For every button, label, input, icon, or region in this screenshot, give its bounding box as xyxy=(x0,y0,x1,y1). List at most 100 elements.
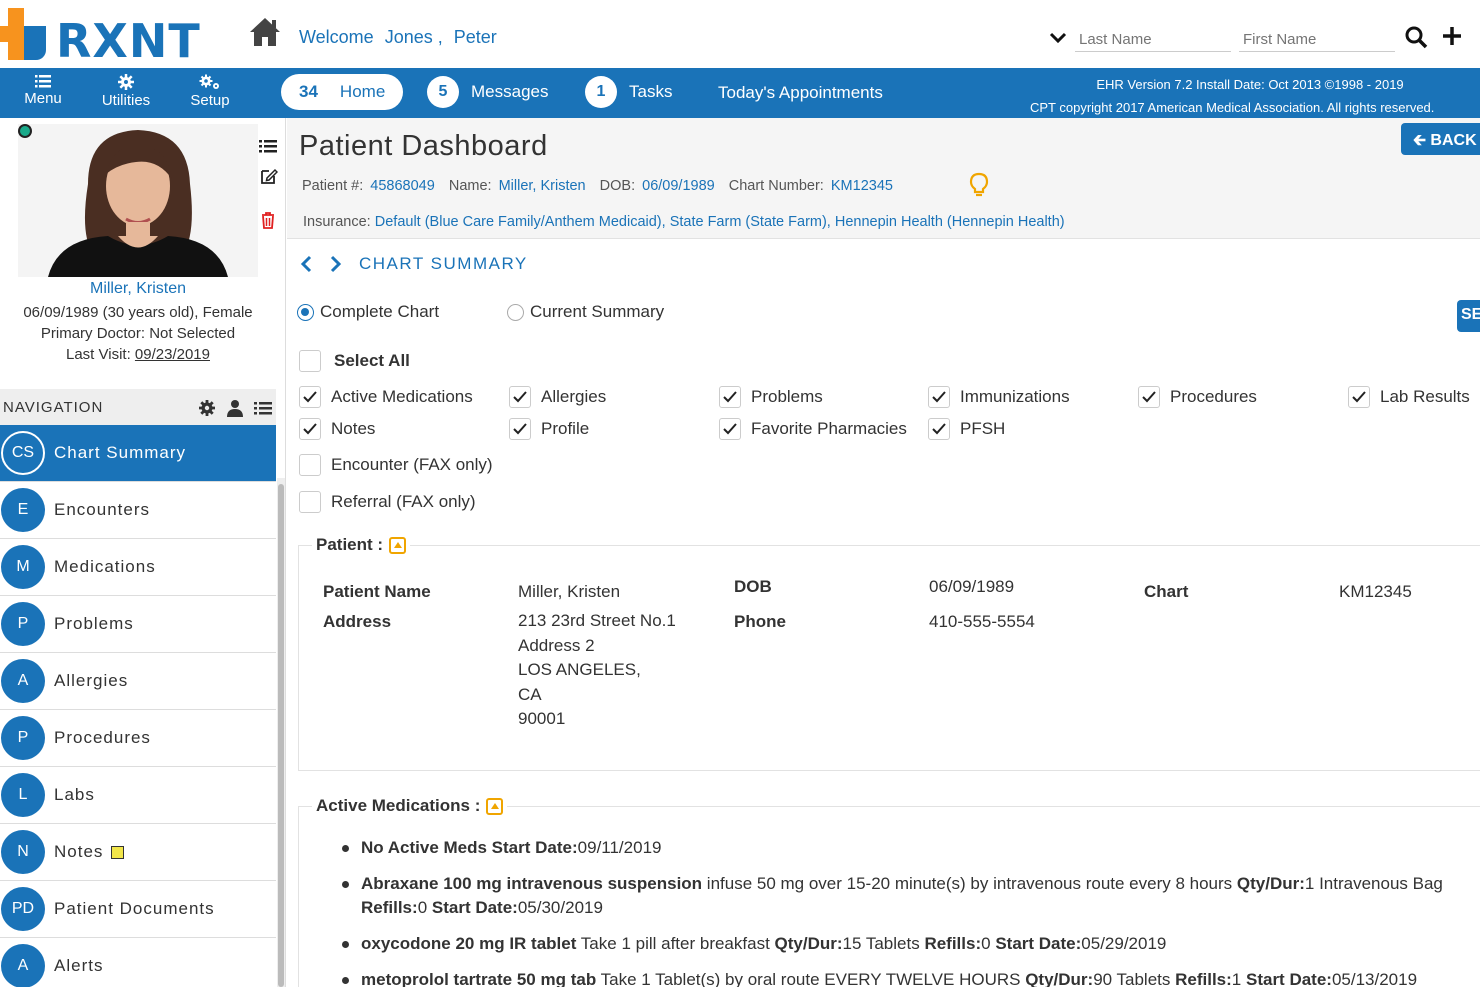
todays-appointments-tab[interactable]: Today's Appointments xyxy=(718,83,883,103)
checkbox-label: Active Medications xyxy=(331,387,473,406)
med-name: oxycodone 20 mg IR tablet xyxy=(361,934,577,953)
chevron-right-icon[interactable] xyxy=(329,255,343,273)
checkbox[interactable] xyxy=(299,491,321,513)
checkbox[interactable] xyxy=(719,386,741,408)
sidebar-scrollbar-thumb[interactable] xyxy=(278,484,284,987)
radio-button[interactable] xyxy=(297,303,314,321)
search-icon[interactable] xyxy=(1404,25,1428,49)
last-visit-date-link[interactable]: 09/23/2019 xyxy=(135,346,210,363)
section-title-text: Active Medications : xyxy=(316,796,481,815)
send-button[interactable]: SEND xyxy=(1457,300,1480,332)
chevron-down-icon[interactable] xyxy=(1048,28,1068,48)
med-name: No Active Meds Start Date: xyxy=(361,838,578,857)
patient-name-value: Miller, Kristen xyxy=(518,582,621,601)
nav-item-problems[interactable]: P Problems xyxy=(0,596,276,653)
setup-label: Setup xyxy=(190,92,230,109)
checkbox-pfsh[interactable]: PFSH xyxy=(928,418,1005,440)
radio-current-summary[interactable]: Current Summary xyxy=(507,302,664,322)
address-line: CA xyxy=(518,684,542,704)
dob-label: DOB: xyxy=(599,178,636,194)
rxnt-logo[interactable]: RXNT xyxy=(0,8,200,68)
collapse-toggle-icon[interactable] xyxy=(486,797,504,815)
setup-button[interactable]: Setup xyxy=(188,72,232,109)
collapse-toggle-icon[interactable] xyxy=(389,536,407,554)
checkbox[interactable] xyxy=(1138,386,1160,408)
gear-icon xyxy=(118,74,134,90)
checkbox[interactable] xyxy=(509,418,531,440)
gears-icon xyxy=(199,74,219,89)
last-visit-label: Last Visit: xyxy=(65,346,131,363)
gear-icon[interactable] xyxy=(198,399,216,417)
nav-item-notes[interactable]: N Notes xyxy=(0,824,276,881)
add-patient-icon[interactable] xyxy=(1440,24,1464,48)
messages-tab[interactable]: 5 Messages xyxy=(427,74,548,110)
address-line: 213 23rd Street No.1 xyxy=(518,611,676,630)
user-icon[interactable] xyxy=(226,399,244,417)
back-button[interactable]: 🡰 BACK xyxy=(1401,123,1480,155)
checkbox[interactable] xyxy=(299,454,321,476)
checkbox-procedures[interactable]: Procedures xyxy=(1138,386,1257,408)
page-title: Patient Dashboard xyxy=(299,130,548,162)
phone-label: Phone xyxy=(734,612,786,631)
insurance-line: Insurance: Default (Blue Care Family/Ant… xyxy=(303,214,1065,230)
checkbox-favorite-pharmacies[interactable]: Favorite Pharmacies xyxy=(719,418,907,440)
nav-item-badge: A xyxy=(1,944,45,987)
list-icon[interactable] xyxy=(254,399,272,417)
nav-item-encounters[interactable]: E Encounters xyxy=(0,482,276,539)
menu-button[interactable]: Menu xyxy=(22,72,64,107)
checkbox-allergies[interactable]: Allergies xyxy=(509,386,606,408)
nav-item-label: Chart Summary xyxy=(54,443,187,462)
radio-complete-chart[interactable]: Complete Chart xyxy=(297,302,439,322)
patient-name-link[interactable]: Miller, Kristen xyxy=(0,280,276,298)
med-refills: 1 xyxy=(1231,970,1246,987)
radio-label: Current Summary xyxy=(530,302,665,321)
checkbox[interactable] xyxy=(509,386,531,408)
home-tab[interactable]: 34 Home xyxy=(281,74,403,110)
lightbulb-icon[interactable] xyxy=(969,172,989,198)
nav-item-procedures[interactable]: P Procedures xyxy=(0,710,276,767)
nav-item-labs[interactable]: L Labs xyxy=(0,767,276,824)
online-status-indicator xyxy=(18,124,32,138)
nav-item-label: Notes xyxy=(54,842,104,861)
checkbox-label: Lab Results xyxy=(1380,387,1470,406)
checkbox[interactable] xyxy=(928,418,950,440)
radio-button[interactable] xyxy=(507,303,524,321)
tasks-tab[interactable]: 1 Tasks xyxy=(585,74,672,110)
utilities-button[interactable]: Utilities xyxy=(98,72,154,109)
chart-value: KM12345 xyxy=(1339,582,1412,601)
checkbox-encounter-fax[interactable]: Encounter (FAX only) xyxy=(299,454,493,476)
nav-item-alerts[interactable]: A Alerts xyxy=(0,938,276,987)
select-all-checkbox[interactable]: Select All xyxy=(299,350,410,372)
main-content: Patient Dashboard 🡰 BACK Patient #: 4586… xyxy=(287,118,1480,987)
edit-icon[interactable] xyxy=(258,166,278,186)
phone-value: 410-555-5554 xyxy=(929,612,1035,631)
checkbox[interactable] xyxy=(1348,386,1370,408)
medication-item: metoprolol tartrate 50 mg tab Take 1 Tab… xyxy=(337,968,1467,987)
nav-item-chart-summary[interactable]: CS Chart Summary xyxy=(0,425,276,482)
checkbox-immunizations[interactable]: Immunizations xyxy=(928,386,1070,408)
checkbox[interactable] xyxy=(719,418,741,440)
checkbox-profile[interactable]: Profile xyxy=(509,418,589,440)
checkbox[interactable] xyxy=(299,418,321,440)
nav-item-medications[interactable]: M Medications xyxy=(0,539,276,596)
chevron-left-icon[interactable] xyxy=(299,255,313,273)
checkbox-active-medications[interactable]: Active Medications xyxy=(299,386,473,408)
checkbox[interactable] xyxy=(299,350,321,372)
home-icon[interactable] xyxy=(248,16,282,48)
address-line: LOS ANGELES, xyxy=(518,660,641,679)
checkbox[interactable] xyxy=(928,386,950,408)
nav-item-patient-documents[interactable]: PD Patient Documents xyxy=(0,881,276,938)
checkbox-label: Problems xyxy=(751,387,823,406)
med-qty-label: Qty/Dur: xyxy=(1236,874,1305,893)
nav-item-allergies[interactable]: A Allergies xyxy=(0,653,276,710)
checkbox-referral-fax[interactable]: Referral (FAX only) xyxy=(299,491,476,513)
trash-icon[interactable] xyxy=(258,210,278,230)
list-icon[interactable] xyxy=(258,136,278,156)
checkbox-notes[interactable]: Notes xyxy=(299,418,375,440)
checkbox-problems[interactable]: Problems xyxy=(719,386,823,408)
checkbox[interactable] xyxy=(299,386,321,408)
last-name-search-input[interactable] xyxy=(1075,28,1231,52)
nav-item-label: Procedures xyxy=(54,728,151,747)
checkbox-lab-results[interactable]: Lab Results xyxy=(1348,386,1470,408)
first-name-search-input[interactable] xyxy=(1239,28,1395,52)
